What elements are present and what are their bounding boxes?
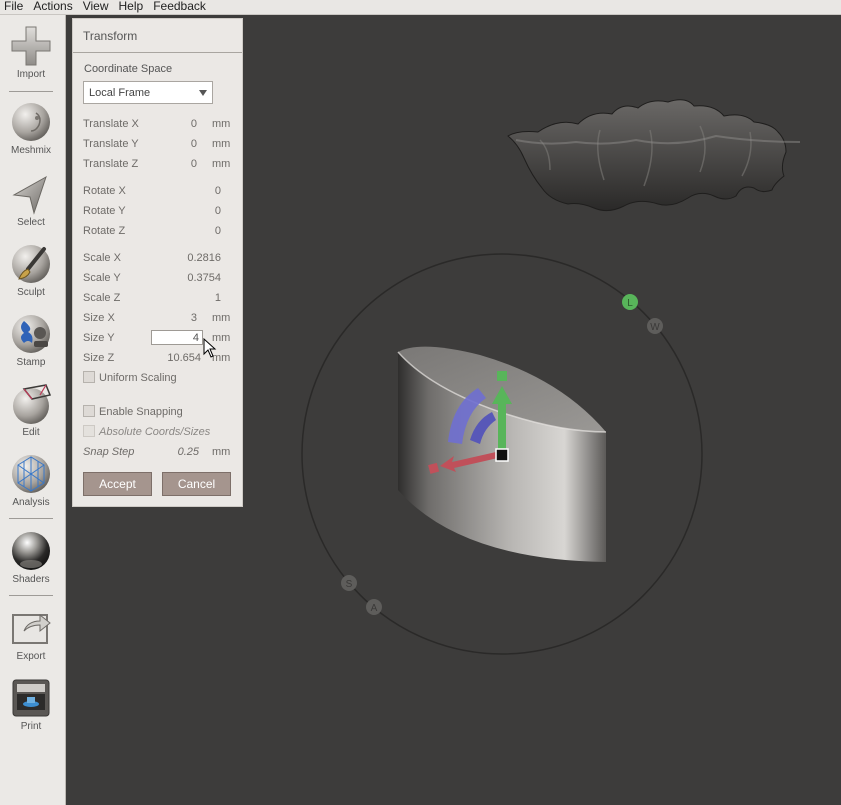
coordinate-space-value: Local Frame xyxy=(89,87,151,99)
snap-step-label: Snap Step xyxy=(83,446,135,458)
dental-scan-mesh[interactable] xyxy=(507,99,801,212)
shader-sphere-icon xyxy=(12,532,50,570)
scale-y-label: Scale Y xyxy=(83,272,121,284)
snap-step-value[interactable]: 0.25 xyxy=(163,446,199,458)
sculpt-label: Sculpt xyxy=(17,287,45,298)
select-tool[interactable]: Select xyxy=(0,173,62,228)
export-tool[interactable]: Export xyxy=(0,607,62,662)
ring-handle-w[interactable]: W xyxy=(647,318,663,334)
shaders-label: Shaders xyxy=(12,574,50,585)
coordinate-space-label: Coordinate Space xyxy=(84,63,173,75)
panel-title: Transform xyxy=(83,29,138,43)
stamp-tool[interactable]: Stamp xyxy=(0,313,62,368)
ring-label-a: A xyxy=(371,603,378,614)
size-z-label: Size Z xyxy=(83,352,115,364)
size-x-value[interactable]: 3 xyxy=(153,312,197,324)
rotate-x-label: Rotate X xyxy=(83,185,126,197)
scale-z-label: Scale Z xyxy=(83,292,121,304)
export-label: Export xyxy=(16,651,46,662)
ring-handle-l[interactable]: L xyxy=(622,294,638,310)
dropdown-arrow-icon xyxy=(199,90,207,96)
ring-handle-a[interactable]: A xyxy=(366,599,382,615)
coordinate-space-select[interactable]: Local Frame xyxy=(83,81,213,104)
menu-view[interactable]: View xyxy=(78,0,114,14)
rotate-z-label: Rotate Z xyxy=(83,225,126,237)
stamp-label: Stamp xyxy=(16,357,46,368)
menu-file[interactable]: File xyxy=(0,0,28,14)
ring-handle-s[interactable]: S xyxy=(341,575,357,591)
toolbar-divider xyxy=(9,595,53,596)
rotate-y-value[interactable]: 0 xyxy=(173,205,221,217)
left-toolbar: Import Meshmix Select Sculpt Stamp Edit … xyxy=(0,15,66,805)
gizmo-y-scale-handle[interactable] xyxy=(497,371,507,381)
accept-button[interactable]: Accept xyxy=(83,472,152,496)
brush-icon xyxy=(12,245,50,283)
translate-z-value[interactable]: 0 xyxy=(153,158,197,170)
ring-label-s: S xyxy=(346,579,353,590)
size-x-label: Size X xyxy=(83,312,115,324)
cancel-button[interactable]: Cancel xyxy=(162,472,231,496)
translate-x-value[interactable]: 0 xyxy=(153,118,197,130)
stamp-icon xyxy=(12,315,50,353)
size-y-input[interactable] xyxy=(151,330,203,345)
rotate-z-value[interactable]: 0 xyxy=(173,225,221,237)
translate-z-label: Translate Z xyxy=(83,158,139,170)
print-label: Print xyxy=(20,721,42,732)
shaders-tool[interactable]: Shaders xyxy=(0,530,62,585)
toolbar-divider xyxy=(9,91,53,92)
ring-label-l: L xyxy=(627,298,633,309)
menu-bar: File Actions View Help Feedback xyxy=(0,0,841,15)
size-y-label: Size Y xyxy=(83,332,115,344)
menu-feedback[interactable]: Feedback xyxy=(148,0,211,14)
uniform-scaling-label: Uniform Scaling xyxy=(99,372,177,384)
print-tool[interactable]: Print xyxy=(0,677,62,732)
plus-icon xyxy=(11,26,51,66)
rotate-x-value[interactable]: 0 xyxy=(173,185,221,197)
translate-x-label: Translate X xyxy=(83,118,139,130)
select-arrow-icon xyxy=(12,175,47,215)
translate-y-label: Translate Y xyxy=(83,138,139,150)
size-x-unit: mm xyxy=(212,312,231,324)
sculpt-tool[interactable]: Sculpt xyxy=(0,243,62,298)
enable-snapping-label: Enable Snapping xyxy=(99,406,183,418)
absolute-coords-checkbox[interactable] xyxy=(83,425,95,437)
translate-y-unit: mm xyxy=(212,138,231,150)
translate-y-value[interactable]: 0 xyxy=(153,138,197,150)
import-tool[interactable]: Import xyxy=(0,25,62,80)
translate-x-unit: mm xyxy=(212,118,231,130)
export-icon xyxy=(12,613,51,644)
analysis-tool[interactable]: Analysis xyxy=(0,453,62,508)
absolute-coords-label: Absolute Coords/Sizes xyxy=(99,426,211,438)
toolbar-divider xyxy=(9,518,53,519)
scale-x-value[interactable]: 0.2816 xyxy=(173,252,221,264)
translate-z-unit: mm xyxy=(212,158,231,170)
menu-help[interactable]: Help xyxy=(114,0,149,14)
menu-actions[interactable]: Actions xyxy=(28,0,77,14)
edit-icon xyxy=(13,384,52,424)
uniform-scaling-checkbox[interactable] xyxy=(83,371,95,383)
analysis-label: Analysis xyxy=(12,497,50,508)
ring-label-w: W xyxy=(650,322,660,333)
edit-label: Edit xyxy=(22,427,40,438)
mouse-cursor-icon xyxy=(203,338,217,358)
transform-panel: Transform Coordinate Space Local Frame T… xyxy=(72,18,243,507)
scale-y-value[interactable]: 0.3754 xyxy=(173,272,221,284)
printer-icon xyxy=(12,679,50,717)
snap-step-unit: mm xyxy=(212,446,231,458)
scale-x-label: Scale X xyxy=(83,252,121,264)
analysis-icon xyxy=(12,455,50,493)
enable-snapping-checkbox[interactable] xyxy=(83,405,95,417)
import-label: Import xyxy=(16,69,46,80)
meshmix-tool[interactable]: Meshmix xyxy=(0,101,62,156)
meshmix-icon xyxy=(12,103,50,141)
edit-tool[interactable]: Edit xyxy=(0,383,62,438)
size-z-value[interactable]: 10.654 xyxy=(153,352,201,364)
panel-divider xyxy=(73,52,242,53)
rotate-y-label: Rotate Y xyxy=(83,205,126,217)
scale-z-value[interactable]: 1 xyxy=(173,292,221,304)
select-label: Select xyxy=(17,217,45,228)
meshmix-label: Meshmix xyxy=(10,145,51,156)
gizmo-center-handle[interactable] xyxy=(495,448,509,462)
